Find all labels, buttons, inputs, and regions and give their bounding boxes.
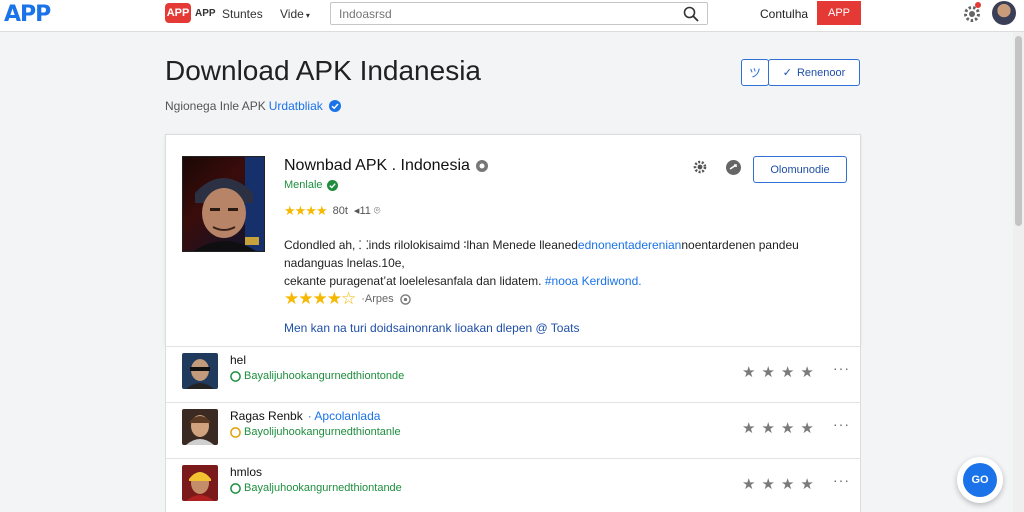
reviewer-avatar-image — [182, 409, 218, 445]
app-name: Nownbad APK . Indonesia — [284, 157, 488, 175]
rating-summary-text: ·Arpes — [361, 293, 394, 305]
review-meta-text: Bayolijuhookangurnedthiontanle — [244, 426, 401, 438]
reviewer-name[interactable]: Ragas Renbk · Apcolanlada — [230, 409, 380, 423]
reviewer-name[interactable]: hmlos — [230, 465, 262, 479]
search-input[interactable] — [331, 3, 661, 24]
search-icon[interactable] — [683, 6, 699, 22]
top-bar: APP APP APP Stuntes Vide▾ Contulha APP — [0, 0, 1024, 32]
portrait-image — [194, 157, 264, 251]
more-info-link[interactable]: Men kan na turi doidsainonrank lioakan d… — [284, 321, 579, 335]
review-meta: Bayolijuhookangurnedthiontanle — [230, 426, 401, 438]
reviewer-avatar[interactable] — [182, 353, 218, 389]
reviewer-avatar[interactable] — [182, 409, 218, 445]
rating-row: ★★★★ 80t ◂11 ⌾ — [284, 203, 381, 219]
subtitle-link[interactable]: Urdatbliak — [269, 99, 323, 113]
description-link-2[interactable]: #nooa Kerdiwond. — [545, 274, 642, 288]
share-icon[interactable] — [725, 159, 742, 176]
subtitle-text: Ngionega Inle APK — [165, 99, 266, 113]
contact-link[interactable]: Contulha — [760, 7, 808, 21]
description-line-3: cekante puragenat’at loelelesanfala dan … — [284, 274, 545, 288]
avatar[interactable] — [992, 1, 1016, 25]
green-badge-icon — [230, 482, 241, 494]
review-rating-stars[interactable]: ★★★★ — [742, 475, 820, 493]
reviewer-avatar-image — [182, 353, 218, 389]
nav-video-label: Vide — [280, 7, 304, 21]
app-red-button[interactable]: APP — [817, 1, 861, 25]
rating-extra: ◂11 ⌾ — [353, 205, 381, 217]
rating-summary-stars: ★★★★☆ — [284, 289, 356, 308]
more-options-icon[interactable]: ··· — [833, 416, 850, 432]
app-description: Cdondled ah, ⸬inds rilolokisaimd ∶lhan M… — [284, 236, 849, 290]
info-icon[interactable] — [475, 160, 488, 172]
renew-button-label: Renenoor — [796, 66, 846, 79]
page-subtitle: Ngionega Inle APK Urdatbliak — [165, 99, 341, 113]
notification-dot — [975, 2, 981, 8]
app-thumbnail[interactable] — [182, 156, 265, 252]
site-logo[interactable]: APP — [4, 2, 51, 27]
more-options-icon[interactable]: ··· — [833, 472, 850, 488]
app-card: Nownbad APK . Indonesia Menlale ★★★★ 80t… — [165, 134, 861, 346]
download-button[interactable]: Olomunodie — [753, 156, 847, 183]
review-item[interactable]: hmlos Bayaljuhookangurnedthiontande ★★★★… — [166, 458, 860, 512]
review-item[interactable]: Ragas Renbk · Apcolanlada Bayolijuhookang… — [166, 402, 860, 458]
fab-label: GO — [963, 463, 997, 497]
review-meta: Bayaljuhookangurnedthiontande — [230, 482, 402, 494]
nav-studios[interactable]: Stuntes — [222, 7, 263, 21]
brand-text[interactable]: APP — [195, 8, 216, 19]
reviewer-name-text: Ragas Renbk — [230, 409, 303, 423]
description-line-1: Cdondled ah, ⸬inds rilolokisaimd ∶lhan M… — [284, 238, 578, 252]
reviewer-name-text: hmlos — [230, 465, 263, 479]
more-options-icon[interactable]: ··· — [833, 360, 850, 376]
developer-name[interactable]: Menlale — [284, 179, 338, 191]
chevron-down-icon: ▾ — [305, 11, 310, 20]
settings-icon[interactable] — [692, 159, 708, 175]
description-link-1[interactable]: ednonentaderenian — [578, 238, 681, 252]
orange-badge-icon — [230, 426, 241, 438]
reviewer-avatar-image — [182, 465, 218, 501]
review-item[interactable]: hel Bayalijuhookangurnedthiontonde ★★★★ … — [166, 346, 860, 402]
review-meta-text: Bayalijuhookangurnedthiontonde — [244, 370, 405, 382]
floating-action-button[interactable]: GO — [957, 457, 1003, 503]
green-badge-icon — [230, 370, 241, 382]
review-list: hel Bayalijuhookangurnedthiontonde ★★★★ … — [165, 346, 861, 512]
smile-button[interactable]: ツ — [741, 59, 769, 86]
verified-icon — [328, 100, 341, 112]
app-name-text: Nownbad APK . Indonesia — [284, 157, 470, 174]
review-rating-stars[interactable]: ★★★★ — [742, 363, 820, 381]
rating-summary: ★★★★☆ ·Arpes — [284, 289, 411, 309]
rating-text: 80t — [332, 205, 348, 217]
review-meta: Bayalijuhookangurnedthiontonde — [230, 370, 404, 382]
verified-check-icon — [326, 179, 338, 191]
check-icon: ✓ — [782, 67, 792, 79]
scrollbar-thumb[interactable] — [1015, 36, 1022, 226]
search-box — [330, 2, 708, 25]
nav-video-dropdown[interactable]: Vide ▾ — [280, 7, 310, 21]
review-meta-text: Bayaljuhookangurnedthiontande — [244, 482, 402, 494]
reviewer-name[interactable]: hel — [230, 353, 246, 367]
page-title: Download APK Indanesia — [165, 55, 481, 86]
info-circle-icon[interactable] — [399, 293, 411, 305]
developer-name-text: Menlale — [284, 179, 323, 191]
rating-stars: ★★★★ — [284, 203, 328, 218]
review-rating-stars[interactable]: ★★★★ — [742, 419, 820, 437]
reviewer-name-text: hel — [230, 353, 247, 367]
renew-button[interactable]: ✓ Renenoor — [768, 59, 860, 86]
brand-badge[interactable]: APP — [165, 3, 191, 23]
reviewer-tag[interactable]: · Apcolanlada — [308, 409, 381, 423]
reviewer-avatar[interactable] — [182, 465, 218, 501]
